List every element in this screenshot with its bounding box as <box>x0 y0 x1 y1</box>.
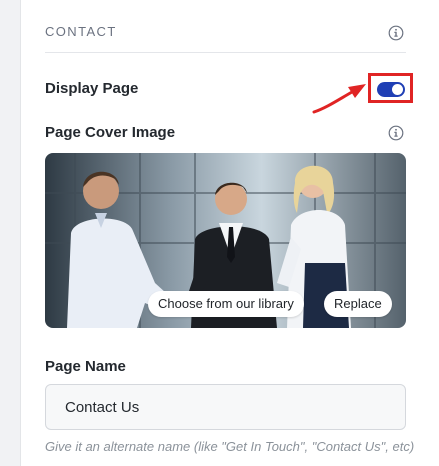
info-icon[interactable] <box>388 125 404 141</box>
replace-button[interactable]: Replace <box>324 291 392 317</box>
page-cover-image-label: Page Cover Image <box>45 124 176 141</box>
display-page-toggle-highlight <box>368 73 413 103</box>
section-title: CONTACT <box>45 24 117 39</box>
info-icon[interactable] <box>388 25 404 41</box>
toggle-knob <box>392 84 403 95</box>
choose-from-library-button[interactable]: Choose from our library <box>148 291 304 317</box>
left-panel-edge <box>0 0 21 466</box>
display-page-label: Display Page <box>45 80 139 97</box>
page-name-label: Page Name <box>45 358 126 375</box>
page-name-input[interactable] <box>45 384 406 430</box>
section-header: CONTACT <box>45 20 406 53</box>
annotation-arrow <box>312 84 366 114</box>
display-page-toggle[interactable] <box>377 82 405 97</box>
page-name-hint: Give it an alternate name (like "Get In … <box>45 439 415 454</box>
